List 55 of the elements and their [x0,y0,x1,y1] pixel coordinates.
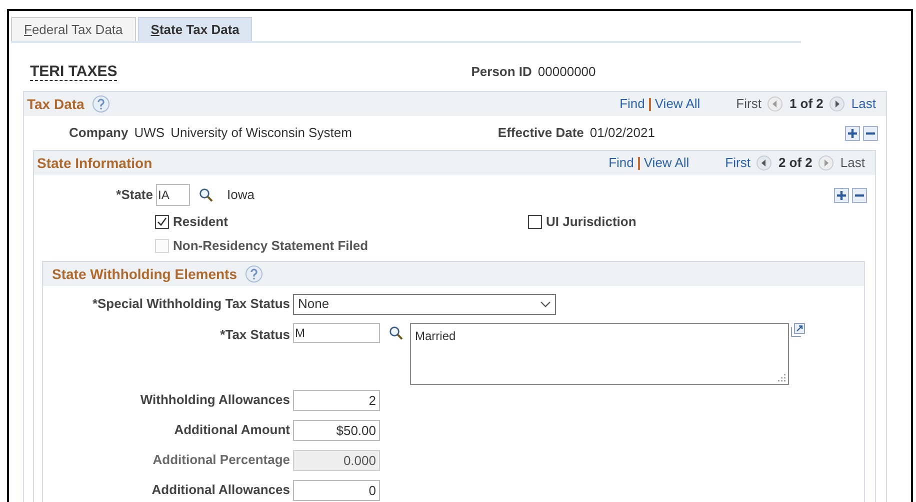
tab[interactable]: State Tax Data [138,17,252,41]
tax-status-description: Married [410,323,789,385]
previous-icon[interactable] [756,155,772,171]
panel-title: State Information [37,154,152,172]
next-icon[interactable] [829,96,846,112]
field-label: Additional Allowances [150,481,290,500]
search-icon[interactable] [389,326,403,340]
company-name: University of Wisconsin System [170,124,352,142]
expand-icon[interactable] [791,323,805,337]
field-label: *Tax Status [219,326,290,344]
resize-handle-icon [778,374,786,382]
person-id-value: 00000000 [538,63,596,82]
help-icon[interactable] [245,265,263,283]
checkbox[interactable] [155,214,169,228]
field-label: Additional Amount [173,421,290,440]
checkbox-label: Resident [173,212,228,231]
company-label: Company [69,124,128,142]
help-icon[interactable] [92,95,110,113]
employee-name: TERI TAXES [30,63,118,81]
number-input[interactable]: 0 [293,480,380,500]
checkbox-label: Non-Residency Statement Filed [173,237,368,256]
panel-title: Tax Data [27,94,84,114]
add-row-icon[interactable] [834,188,849,202]
panel-title: State Withholding Elements [52,264,237,284]
check-icon [157,216,167,226]
field-label: Withholding Allowances [139,391,290,410]
state-label: *State [115,186,153,204]
view-all-link[interactable]: View All [654,94,700,114]
find-link[interactable]: Find [620,94,645,114]
effective-date-value: 01/02/2021 [590,124,655,142]
delete-row-icon[interactable] [863,126,878,140]
company-code: UWS [134,124,165,142]
special-status-select[interactable]: None [293,294,556,314]
number-input[interactable]: 2 [293,390,380,410]
field-label: Additional Percentage [152,451,290,470]
page-position: 2 of 2 [778,154,812,172]
tax-status-input[interactable]: M [293,323,380,343]
checkbox[interactable] [528,214,542,228]
last-link[interactable]: Last [851,94,876,114]
find-link[interactable]: Find [608,153,634,173]
first-link[interactable]: First [725,153,750,173]
tab[interactable]: Federal Tax Data [11,17,136,41]
view-all-link[interactable]: View All [644,153,690,173]
page-position: 1 of 2 [789,95,824,114]
search-icon[interactable] [199,188,213,202]
chevron-down-icon [540,300,551,308]
field-label: *Special Withholding Tax Status [91,295,290,314]
add-row-icon[interactable] [845,126,860,140]
delete-row-icon[interactable] [852,188,867,202]
state-description: Iowa [227,186,254,204]
state-input[interactable]: IA [156,184,190,206]
number-input[interactable]: $50.00 [293,420,380,440]
person-id-label: Person ID [471,63,532,82]
checkbox-label: UI Jurisdiction [546,212,636,231]
effective-date-label: Effective Date [498,124,584,142]
